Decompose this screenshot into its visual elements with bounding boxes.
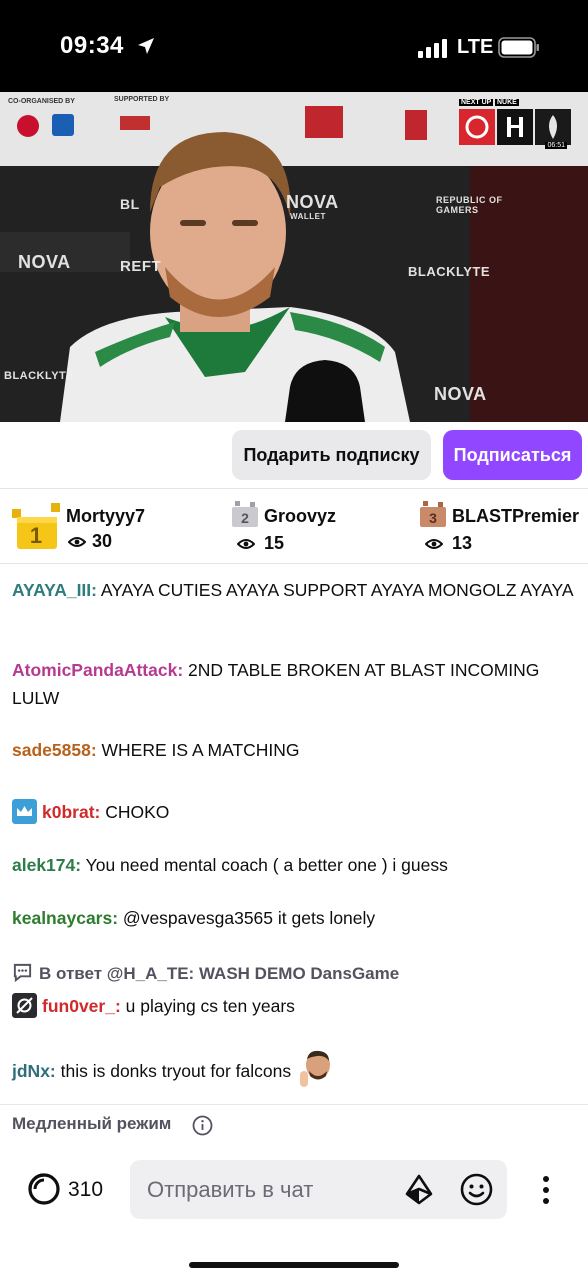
chat-username[interactable]: jdNx:: [12, 1061, 56, 1081]
viewers-eye-icon: [425, 539, 443, 549]
svg-text:2: 2: [241, 510, 249, 526]
next-up-overlay: NEXT UP NUKE 06:51: [459, 99, 571, 149]
subscribe-row: Подарить подписку Подписаться: [0, 422, 588, 488]
chat-message: k0brat: CHOKO: [12, 798, 576, 826]
status-bar: 09:34 LTE: [0, 0, 588, 92]
chat-username[interactable]: k0brat:: [42, 802, 100, 822]
chat-username[interactable]: sade5858:: [12, 740, 97, 760]
chat-text: WHERE IS A MATCHING: [96, 740, 300, 760]
chat-text: AYAYA CUTIES AYAYA SUPPORT AYAYA MONGOLZ…: [96, 580, 574, 600]
leaderboard-count: 15: [264, 533, 285, 553]
chat-message: alek174: You need mental coach ( a bette…: [12, 851, 576, 879]
team-logo-icon: [535, 109, 571, 145]
chat-username[interactable]: fun0ver_:: [42, 996, 121, 1016]
rank-3-badge-icon: 3: [420, 501, 446, 527]
leaderboard-entry[interactable]: 1 Mortyyy7 30: [0, 489, 210, 565]
match-timer: 06:51: [545, 142, 567, 149]
rank-1-badge-icon: 1: [12, 503, 60, 549]
leaderboard-name: Groovyz: [264, 506, 337, 526]
wall-text: REFT: [120, 258, 162, 275]
chat-username[interactable]: AtomicPandaAttack:: [12, 660, 183, 680]
crown-badge-icon: [12, 799, 37, 824]
chat-message: AYAYA_III: AYAYA CUTIES AYAYA SUPPORT AY…: [12, 576, 576, 604]
chat-input[interactable]: [147, 1172, 387, 1208]
chat-input-box[interactable]: [130, 1160, 507, 1219]
svg-text:1: 1: [30, 523, 42, 548]
chat-username[interactable]: alek174:: [12, 855, 81, 875]
leaderboard-entry[interactable]: 2 Groovyz 15: [210, 489, 410, 565]
chat-list[interactable]: AYAYA_III: AYAYA CUTIES AYAYA SUPPORT AY…: [0, 565, 588, 1103]
chat-text: @vespavesga3565 it gets lonely: [118, 908, 376, 928]
next-up-tag: NEXT UP: [459, 99, 494, 106]
tournament-logo-icon: [497, 109, 533, 145]
wall-text: BLACKLYTE: [408, 264, 491, 279]
reply-text: В ответ @H_A_TE: WASH DEMO DansGame: [39, 964, 400, 983]
channel-points-icon[interactable]: [27, 1172, 61, 1206]
reply-icon: [13, 963, 32, 983]
no-audio-badge-icon: [12, 993, 37, 1018]
status-time: 09:34: [60, 32, 124, 59]
rank-2-badge-icon: 2: [232, 501, 258, 527]
bits-icon[interactable]: [404, 1174, 434, 1206]
location-arrow-icon: [138, 38, 154, 54]
more-options-icon[interactable]: [540, 1174, 552, 1206]
gift-subscription-button[interactable]: Подарить подписку: [232, 430, 431, 480]
battery-icon: [498, 37, 539, 58]
chat-text: You need mental coach ( a better one ) i…: [81, 855, 448, 875]
leaderboard-name: Mortyyy7: [66, 506, 146, 526]
co-organised-label: CO-ORGANISED BY: [8, 98, 75, 105]
viewers-eye-icon: [68, 537, 86, 547]
wall-text: NOVA: [286, 192, 339, 212]
leaderboard-name: BLASTPremier: [452, 506, 580, 526]
home-indicator[interactable]: [189, 1262, 399, 1268]
info-icon[interactable]: [192, 1115, 213, 1136]
divider: [0, 1104, 588, 1105]
leaderboard-entry[interactable]: 3 BLASTPremier 13: [410, 489, 588, 565]
reply-header[interactable]: В ответ @H_A_TE: WASH DEMO DansGame: [12, 962, 576, 984]
wall-text: REPUBLIC OF GAMERS: [436, 195, 503, 215]
wall-text: NOVA: [434, 384, 487, 404]
chat-message: kealnaycars: @vespavesga3565 it gets lon…: [12, 904, 576, 932]
wall-text: BLACKLYTE: [4, 370, 75, 382]
chat-message: AtomicPandaAttack: 2ND TABLE BROKEN AT B…: [12, 656, 576, 712]
svg-text:3: 3: [429, 510, 437, 526]
chat-message: fun0ver_: u playing cs ten years: [12, 992, 576, 1020]
chat-text: this is donks tryout for falcons: [55, 1061, 292, 1081]
emoji-icon[interactable]: [460, 1173, 493, 1206]
map-tag: NUKE: [495, 99, 519, 106]
chat-message: sade5858: WHERE IS A MATCHING: [12, 736, 576, 764]
leaderboard-count: 13: [452, 533, 473, 553]
slow-mode-label: Медленный режим: [12, 1114, 172, 1133]
leaderboard-count: 30: [92, 531, 113, 551]
channel-points-count: 310: [68, 1178, 104, 1201]
signal-icon: [418, 39, 447, 58]
wall-text: WALLET: [290, 212, 326, 221]
chat-text: CHOKO: [100, 802, 170, 822]
team-logo-icon: [459, 109, 495, 145]
network-label: LTE: [457, 36, 494, 58]
chat-text: u playing cs ten years: [120, 996, 295, 1016]
supported-by-label: SUPPORTED BY: [114, 96, 170, 103]
wall-text: BL: [120, 196, 140, 212]
chat-username[interactable]: kealnaycars:: [12, 908, 118, 928]
face-emote-icon: [300, 1050, 331, 1087]
chat-message: jdNx: this is donks tryout for falcons: [12, 1049, 576, 1089]
leaderboard: 1 Mortyyy7 30 2 Groovyz 15 3 BLASTPremie…: [0, 488, 588, 564]
viewers-eye-icon: [237, 539, 255, 549]
wall-text: NOVA: [18, 252, 71, 272]
subscribe-button[interactable]: Подписаться: [443, 430, 582, 480]
chat-username[interactable]: AYAYA_III:: [12, 580, 97, 600]
